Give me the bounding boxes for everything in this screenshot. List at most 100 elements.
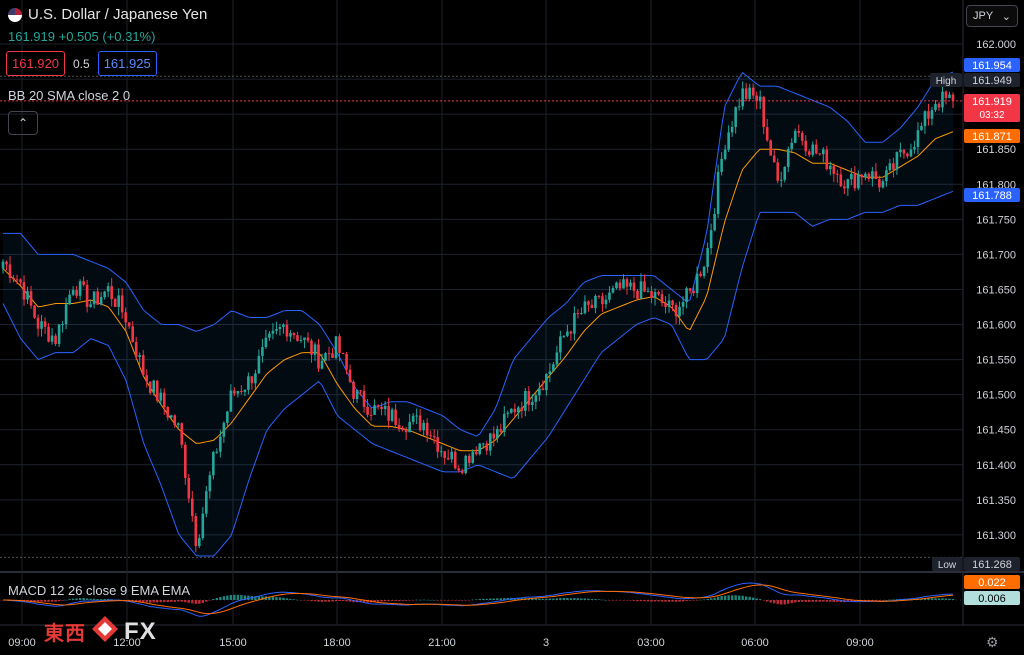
candle-body: [790, 142, 794, 149]
macd-hist-bar: [934, 598, 937, 600]
macd-hist-bar: [699, 599, 702, 601]
macd-hist-bar: [478, 599, 481, 600]
macd-hist-bar: [737, 595, 741, 600]
bb-basis-tag: 161.871: [972, 131, 1012, 143]
macd-hist-bar: [443, 600, 446, 601]
candle-body: [664, 302, 667, 307]
macd-hist-bar: [706, 598, 709, 600]
candle-body: [471, 452, 475, 463]
macd-hist-bar: [415, 599, 418, 601]
candle-body: [520, 407, 524, 411]
bollinger-legend[interactable]: BB 20 SMA close 2 0: [8, 88, 130, 103]
macd-hist-bar: [222, 596, 226, 600]
candle-body: [57, 324, 61, 344]
candle-body: [432, 436, 436, 438]
macd-hist-bar: [801, 600, 804, 602]
buy-button[interactable]: 161.925: [97, 51, 157, 76]
sell-button[interactable]: 161.920: [6, 51, 65, 76]
macd-hist-bar: [198, 600, 201, 604]
candle-body: [138, 355, 142, 357]
candle-body: [429, 435, 432, 437]
macd-legend[interactable]: MACD 12 26 close 9 EMA EMA: [8, 583, 190, 598]
candle-body: [120, 295, 124, 313]
candle-body: [769, 140, 773, 156]
settings-gear-icon[interactable]: ⚙: [986, 634, 999, 651]
candle-body: [860, 174, 864, 178]
candle-body: [411, 415, 415, 422]
candle-body: [162, 392, 166, 407]
macd-hist-bar: [394, 600, 397, 601]
macd-hist-bar: [678, 600, 681, 602]
candle-body: [233, 390, 236, 394]
y-tick-label: 161.650: [976, 284, 1016, 296]
candle-body: [436, 437, 439, 452]
macd-hist-bar: [930, 598, 934, 600]
candle-body: [450, 451, 454, 460]
candle-body: [15, 279, 19, 281]
macd-hist-bar: [632, 600, 636, 601]
collapse-legend-button[interactable]: ⌃: [8, 111, 38, 135]
macd-hist-bar: [681, 600, 685, 602]
y-tick-label: 161.700: [976, 249, 1016, 261]
candle-body: [818, 153, 822, 155]
candle-body: [615, 282, 618, 289]
candle-body: [527, 391, 531, 406]
macd-hist-bar: [303, 600, 306, 601]
price-chart[interactable]: 162.000161.950161.900161.850161.800161.7…: [0, 0, 1024, 655]
candle-body: [874, 171, 878, 180]
macd-hist-bar: [390, 600, 394, 601]
candle-body: [510, 408, 513, 413]
candle-body: [776, 162, 780, 181]
candle-body: [240, 391, 243, 393]
candle-body: [460, 470, 464, 474]
macd-hist-bar: [618, 600, 622, 601]
macd-hist-bar: [748, 596, 751, 600]
macd-hist-bar: [885, 599, 888, 601]
candle-body: [113, 299, 117, 307]
macd-hist-bar: [643, 600, 646, 602]
macd-hist-bar: [492, 598, 495, 600]
y-tick-label: 161.450: [976, 425, 1016, 437]
candle-body: [488, 433, 492, 451]
macd-hist-bar: [457, 600, 460, 601]
candle-body: [390, 409, 394, 421]
macd-hist-bar: [723, 595, 727, 600]
macd-hist-bar: [730, 595, 734, 600]
x-tick-label: 3: [543, 637, 549, 649]
macd-hist-bar: [194, 600, 198, 604]
currency-select[interactable]: JPY ⌄: [966, 5, 1018, 27]
macd-hist-bar: [832, 600, 836, 602]
y-tick-label: 161.350: [976, 495, 1016, 507]
candle-body: [176, 423, 180, 426]
macd-hist-bar: [822, 600, 825, 602]
candle-body: [667, 300, 671, 307]
candle-body: [215, 451, 219, 453]
x-tick-label: 03:00: [637, 637, 665, 649]
macd-hist-bar: [650, 600, 653, 602]
candle-body: [257, 355, 261, 374]
candle-body: [268, 333, 271, 338]
candle-body: [587, 301, 590, 305]
macd-hist-bar: [408, 600, 411, 601]
macd-hist-bar: [289, 598, 292, 600]
candle-body: [800, 132, 804, 141]
price-change: 161.919 +0.505 (+0.31%): [8, 29, 156, 44]
macd-hist-bar: [331, 600, 334, 602]
candle-body: [814, 144, 818, 154]
brand-logo: 東西 FX: [44, 614, 157, 649]
candle-body: [748, 87, 751, 99]
candle-body: [590, 304, 594, 309]
candle-body: [825, 149, 829, 170]
candle-body: [888, 163, 892, 171]
macd-hist-bar: [762, 600, 765, 601]
candle-body: [26, 291, 29, 300]
macd-hist-bar: [450, 600, 453, 601]
macd-hist-bar: [75, 598, 78, 600]
candle-body: [212, 451, 215, 476]
diamond-logo-icon: [90, 614, 120, 649]
symbol-title[interactable]: U.S. Dollar / Japanese Yen: [8, 6, 207, 23]
macd-hist-bar: [874, 600, 878, 601]
candle-body: [580, 313, 583, 315]
candle-body: [836, 173, 839, 175]
macd-hist-bar: [811, 600, 814, 602]
